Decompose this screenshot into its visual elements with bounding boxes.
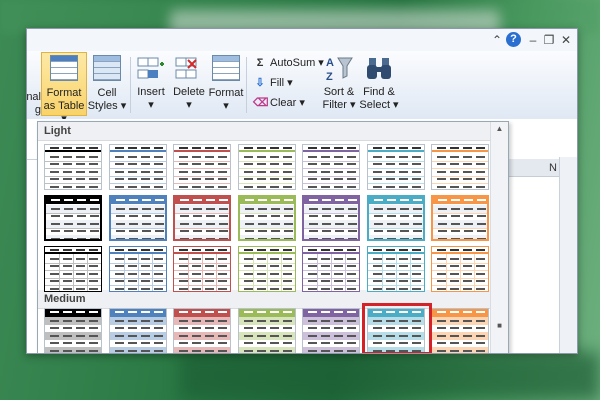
conditional-formatting-button[interactable]: nal g [27,91,41,117]
table-style-thumbnail[interactable] [44,308,102,353]
table-style-thumbnail[interactable] [108,144,167,190]
worksheet-scrollbar[interactable] [559,157,577,353]
section-header-medium: Medium [38,290,508,309]
table-style-thumbnail[interactable] [366,246,425,292]
table-style-thumbnail[interactable] [173,195,231,241]
excel-window: ⌃ ? – ❐ ✕ nal g Format as Table ▾ Cell S… [26,28,578,354]
column-header-n[interactable]: N [509,159,559,177]
insert-button[interactable]: Insert ▾ [131,51,171,112]
scroll-up-icon[interactable]: ▲ [495,125,504,133]
svg-text:A: A [326,57,334,69]
binoculars-icon [364,54,394,84]
insert-cells-icon [136,54,166,84]
format-button[interactable]: Format ▾ [207,51,245,113]
table-style-thumbnail[interactable] [431,144,489,190]
table-style-thumbnail[interactable] [44,144,102,190]
format-as-table-button[interactable]: Format as Table ▾ [41,51,87,126]
table-style-gallery: Light Medium ▲ ■ [37,121,509,353]
svg-text:Z: Z [326,71,333,83]
ribbon: nal g Format as Table ▾ Cell Styles ▾ In… [27,51,577,125]
selected-style-highlight [361,303,432,353]
section-header-light: Light [38,122,508,141]
sigma-icon: Σ [256,57,264,69]
table-style-thumbnail[interactable] [173,308,231,353]
clear-button[interactable]: ⌫Clear ▾ [253,95,305,111]
delete-cells-icon [174,54,204,84]
format-cells-icon [211,55,241,85]
format-as-table-icon [49,55,79,85]
help-icon[interactable]: ? [506,32,521,47]
table-style-thumbnail[interactable] [44,195,102,241]
table-style-thumbnail[interactable] [302,308,360,353]
find-select-button[interactable]: Find & Select ▾ [359,51,399,112]
table-style-thumbnail[interactable] [108,246,167,292]
eraser-icon: ⌫ [253,97,269,109]
gallery-scrollbar[interactable]: ▲ ■ [490,122,508,353]
table-style-thumbnail[interactable] [237,195,296,241]
table-style-thumbnail[interactable] [237,246,296,292]
restore-icon[interactable]: ❐ [541,32,557,48]
table-style-thumbnail[interactable] [173,144,231,190]
autosum-button[interactable]: Σ AutoSum ▾ [253,55,324,71]
minimize-icon[interactable]: – [525,32,541,48]
fill-down-icon: ⇩ [255,77,265,89]
table-style-thumbnail[interactable] [173,246,231,292]
cell-styles-icon [92,55,122,85]
table-style-thumbnail[interactable] [302,144,360,190]
table-style-thumbnail[interactable] [44,246,102,292]
table-style-thumbnail[interactable] [431,195,489,241]
delete-button[interactable]: Delete ▾ [171,51,207,112]
close-icon[interactable]: ✕ [558,32,574,48]
table-style-thumbnail[interactable] [366,195,425,241]
table-style-thumbnail[interactable] [431,308,489,353]
sort-filter-icon: AZ [324,54,354,84]
table-style-thumbnail[interactable] [366,144,425,190]
fill-button[interactable]: ⇩ Fill ▾ [253,75,292,91]
ribbon-minimize-icon[interactable]: ⌃ [489,32,505,48]
table-style-thumbnail[interactable] [237,144,296,190]
title-bar: ⌃ ? – ❐ ✕ [27,29,577,51]
scroll-thumb-icon[interactable]: ■ [495,322,504,330]
sort-filter-button[interactable]: AZ Sort & Filter ▾ [319,51,359,112]
table-style-thumbnail[interactable] [237,308,296,353]
table-style-thumbnail[interactable] [108,308,167,353]
group-separator [246,57,247,113]
table-style-thumbnail[interactable] [431,246,489,292]
cell-styles-button[interactable]: Cell Styles ▾ [87,51,127,113]
table-style-thumbnail[interactable] [108,195,167,241]
table-style-thumbnail[interactable] [302,195,360,241]
table-style-thumbnail[interactable] [302,246,360,292]
